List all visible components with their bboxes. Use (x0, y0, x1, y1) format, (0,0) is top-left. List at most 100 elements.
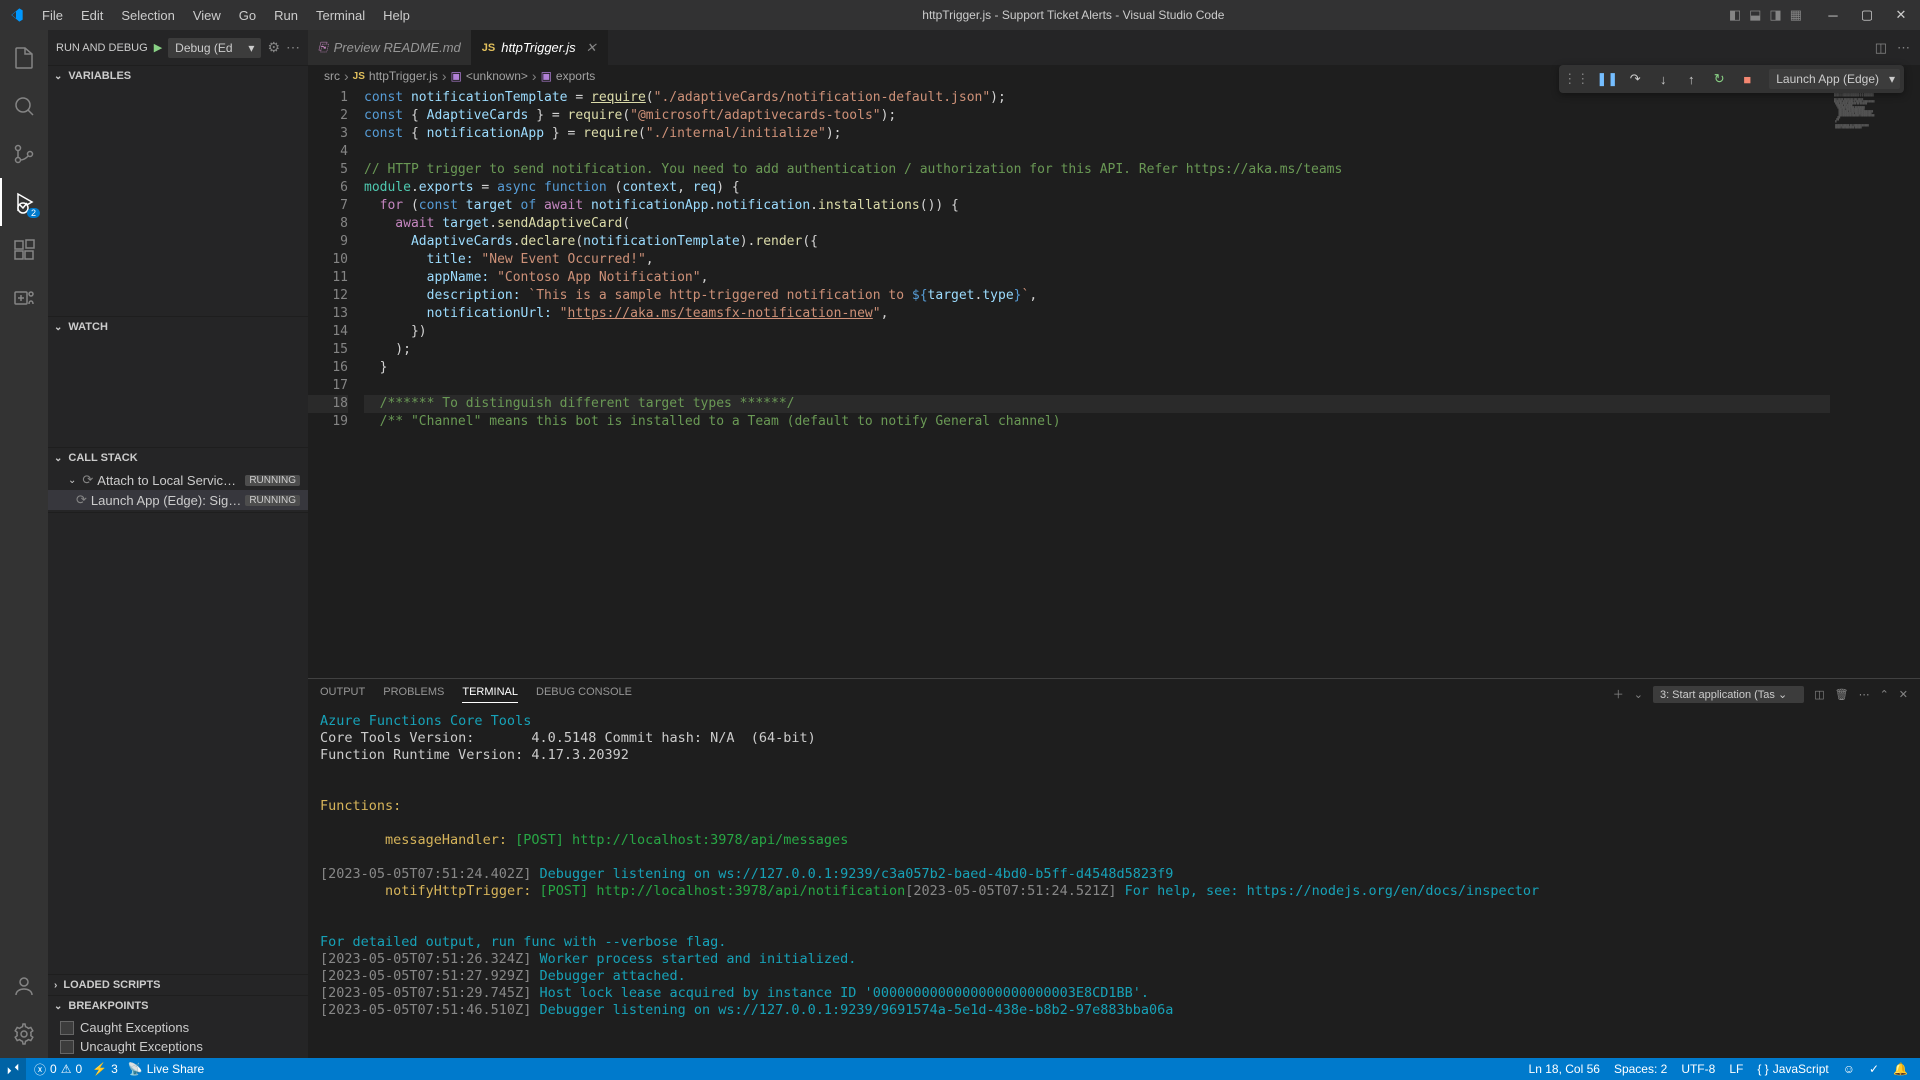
split-terminal-icon[interactable]: ◫ (1814, 688, 1824, 701)
status-eol[interactable]: LF (1729, 1062, 1743, 1076)
symbol-icon: ▣ (451, 69, 462, 83)
close-icon[interactable]: ✕ (586, 40, 597, 56)
menu-go[interactable]: Go (231, 0, 264, 30)
js-icon: JS (482, 42, 495, 54)
terminal-task-select[interactable]: 3: Start application (Tas ⌄ (1653, 686, 1804, 703)
stop-button[interactable]: ■ (1735, 67, 1759, 91)
debug-config-select[interactable]: Debug (Ed▾ (168, 38, 261, 58)
layout-grid-icon[interactable]: ▦ (1790, 7, 1802, 23)
more-icon[interactable]: ⋯ (286, 39, 300, 56)
breakpoints-header[interactable]: ⌄BREAKPOINTS (48, 996, 308, 1016)
menu-view[interactable]: View (185, 0, 229, 30)
split-editor-icon[interactable]: ◫ (1875, 40, 1887, 56)
activity-teams[interactable] (0, 274, 48, 322)
checkbox-icon[interactable] (60, 1040, 74, 1054)
tab-preview-readme[interactable]: ⎘Preview README.md (308, 30, 472, 65)
running-badge: RUNNING (245, 495, 300, 506)
remote-button[interactable] (0, 1058, 26, 1080)
maximize-button[interactable]: ▢ (1852, 0, 1882, 30)
line-gutter: 12345678910111213141516171819 (308, 87, 364, 678)
status-cursor[interactable]: Ln 18, Col 56 (1529, 1062, 1600, 1076)
bottom-panel: OUTPUT PROBLEMS TERMINAL DEBUG CONSOLE ＋… (308, 678, 1920, 1058)
panel-tab-terminal[interactable]: TERMINAL (462, 686, 518, 703)
panel-tab-output[interactable]: OUTPUT (320, 686, 365, 702)
menu-terminal[interactable]: Terminal (308, 0, 373, 30)
minimize-button[interactable]: ─ (1818, 0, 1848, 30)
run-debug-header: RUN AND DEBUG ▶ Debug (Ed▾ ⚙ ⋯ (48, 30, 308, 65)
status-bell-icon[interactable]: 🔔 (1893, 1062, 1908, 1076)
activity-bar: 2 (0, 30, 48, 1058)
terminal-dropdown-icon[interactable]: ⌄ (1634, 688, 1643, 701)
kill-terminal-icon[interactable]: 🗑 (1835, 688, 1849, 701)
drag-handle-icon[interactable]: ⋮⋮ (1563, 71, 1589, 87)
restart-button[interactable]: ↻ (1707, 67, 1731, 91)
activity-search[interactable] (0, 82, 48, 130)
menu-file[interactable]: File (34, 0, 71, 30)
status-liveshare[interactable]: 📡Live Share (128, 1062, 204, 1076)
layout-left-icon[interactable]: ◧ (1729, 7, 1741, 23)
activity-source-control[interactable] (0, 130, 48, 178)
symbol-icon: ▣ (541, 69, 552, 83)
menu-edit[interactable]: Edit (73, 0, 111, 30)
step-out-button[interactable]: ↑ (1679, 67, 1703, 91)
menu-help[interactable]: Help (375, 0, 418, 30)
status-prettier-icon[interactable]: ✓ (1869, 1062, 1879, 1076)
running-badge: RUNNING (245, 475, 300, 486)
status-bar: ⓧ0⚠0 ⚡3 📡Live Share Ln 18, Col 56 Spaces… (0, 1058, 1920, 1080)
close-button[interactable]: ✕ (1886, 0, 1916, 30)
step-into-button[interactable]: ↓ (1651, 67, 1675, 91)
variables-header[interactable]: ⌄VARIABLES (48, 66, 308, 86)
tab-httptrigger[interactable]: JShttpTrigger.js✕ (472, 30, 608, 65)
code-editor[interactable]: const notificationTemplate = require("./… (364, 87, 1830, 678)
status-encoding[interactable]: UTF-8 (1681, 1062, 1715, 1076)
debug-sidebar: RUN AND DEBUG ▶ Debug (Ed▾ ⚙ ⋯ ⌄VARIABLE… (48, 30, 308, 1058)
activity-run-debug[interactable]: 2 (0, 178, 48, 226)
status-ports[interactable]: ⚡3 (92, 1062, 118, 1076)
callstack-header[interactable]: ⌄CALL STACK (48, 448, 308, 468)
close-panel-icon[interactable]: ✕ (1899, 688, 1908, 701)
status-lang[interactable]: { }JavaScript (1757, 1062, 1828, 1076)
vscode-icon (8, 7, 24, 23)
menu-run[interactable]: Run (266, 0, 306, 30)
activity-extensions[interactable] (0, 226, 48, 274)
maximize-panel-icon[interactable]: ⌃ (1880, 688, 1889, 701)
breakpoint-uncaught[interactable]: Uncaught Exceptions (48, 1037, 308, 1056)
js-icon: JS (353, 71, 365, 82)
minimap[interactable]: ████ ████████████ █ ███████ ████ █ █████… (1830, 87, 1920, 678)
debug-badge: 2 (27, 208, 40, 218)
watch-header[interactable]: ⌄WATCH (48, 317, 308, 337)
gear-icon[interactable]: ⚙ (267, 39, 280, 56)
debug-toolbar: ⋮⋮ ❚❚ ↷ ↓ ↑ ↻ ■ Launch App (Edge) ▾ (1559, 65, 1904, 93)
preview-icon: ⎘ (318, 40, 328, 55)
panel-more-icon[interactable]: ⋯ (1859, 688, 1870, 701)
status-problems[interactable]: ⓧ0⚠0 (34, 1061, 82, 1078)
more-actions-icon[interactable]: ⋯ (1897, 40, 1910, 56)
breakpoint-caught[interactable]: Caught Exceptions (48, 1018, 308, 1037)
new-terminal-icon[interactable]: ＋ (1613, 686, 1624, 702)
run-debug-title: RUN AND DEBUG (56, 42, 148, 54)
layout-right-icon[interactable]: ◨ (1769, 7, 1781, 23)
layout-bottom-icon[interactable]: ⬓ (1749, 7, 1761, 23)
loaded-scripts-header[interactable]: ›LOADED SCRIPTS (48, 975, 308, 995)
menu-selection[interactable]: Selection (113, 0, 182, 30)
panel-tabs: OUTPUT PROBLEMS TERMINAL DEBUG CONSOLE ＋… (308, 679, 1920, 709)
start-debug-button[interactable]: ▶ (154, 41, 162, 54)
checkbox-icon[interactable] (60, 1021, 74, 1035)
window-title: httpTrigger.js - Support Ticket Alerts -… (418, 8, 1729, 22)
activity-settings[interactable] (0, 1010, 48, 1058)
status-spaces[interactable]: Spaces: 2 (1614, 1062, 1667, 1076)
activity-accounts[interactable] (0, 962, 48, 1010)
debug-target-select[interactable]: Launch App (Edge) ▾ (1769, 69, 1900, 89)
step-over-button[interactable]: ↷ (1623, 67, 1647, 91)
panel-tab-problems[interactable]: PROBLEMS (383, 686, 444, 702)
terminal-output[interactable]: Azure Functions Core Tools Core Tools Ve… (308, 709, 1920, 1058)
activity-explorer[interactable] (0, 34, 48, 82)
callstack-item-1[interactable]: ⟳Launch App (Edge): Sign in ...RUNNING (48, 490, 308, 510)
tabs-bar: ⎘Preview README.md JShttpTrigger.js✕ ◫ ⋯ (308, 30, 1920, 65)
pause-button[interactable]: ❚❚ (1595, 67, 1619, 91)
title-bar: File Edit Selection View Go Run Terminal… (0, 0, 1920, 30)
editor-area: ⎘Preview README.md JShttpTrigger.js✕ ◫ ⋯… (308, 30, 1920, 1058)
panel-tab-debugconsole[interactable]: DEBUG CONSOLE (536, 686, 632, 702)
callstack-item-0[interactable]: ⌄⟳Attach to Local Service: Re...RUNNING (48, 470, 308, 490)
status-feedback-icon[interactable]: ☺ (1843, 1062, 1855, 1076)
